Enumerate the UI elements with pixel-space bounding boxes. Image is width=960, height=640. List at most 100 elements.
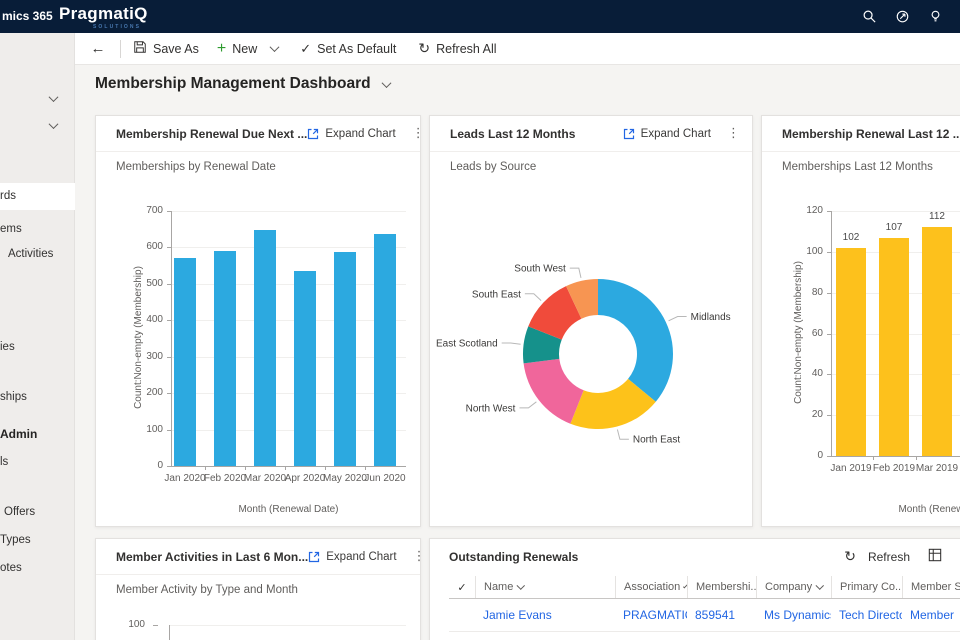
expand-chart-button[interactable]: Expand Chart	[307, 128, 396, 140]
view-grid-icon[interactable]	[928, 548, 942, 565]
select-all-check-icon[interactable]: ✓	[449, 576, 475, 598]
x-tick-label: May 2020	[323, 473, 367, 484]
x-axis	[171, 466, 406, 467]
sidebar-item-offers[interactable]: Offers	[4, 499, 35, 526]
gridline	[171, 211, 406, 212]
label-leader-line	[501, 342, 521, 345]
card-membership-renewal-due: Membership Renewal Due Next ... Expand C…	[95, 115, 425, 527]
column-header-membershi-[interactable]: Membershi...	[687, 576, 756, 598]
sidebar-item-admin[interactable]: Admin	[0, 421, 37, 448]
column-header-member-st-[interactable]: Member St...	[902, 576, 960, 598]
divider	[449, 631, 960, 632]
table-cell: PRAGMATIQ	[615, 608, 687, 622]
y-tick	[827, 333, 831, 335]
record-link[interactable]: Ms Dynamics	[764, 608, 831, 622]
x-tick	[915, 456, 917, 460]
y-tick	[167, 211, 171, 212]
chevron-down-icon	[269, 42, 280, 53]
y-tick	[167, 283, 171, 285]
chart-subtitle: Leads by Source	[450, 161, 537, 173]
dashboard-selector-chevron-icon[interactable]	[381, 77, 392, 88]
y-tick	[827, 415, 831, 417]
more-options-icon[interactable]: ⋮	[413, 549, 426, 564]
sidebar-item-activities[interactable]: Activities	[8, 241, 53, 268]
record-link[interactable]: 859541	[695, 608, 735, 622]
y-axis-title: Count:Non-empty (Membership)	[132, 265, 144, 409]
chevron-down-icon[interactable]	[48, 92, 59, 103]
y-tick	[827, 456, 831, 457]
sidebar-item-ems[interactable]: ems	[0, 216, 22, 243]
donut-segment-south-west	[566, 279, 598, 319]
column-header-company[interactable]: Company	[756, 576, 831, 598]
refresh-button[interactable]: Refresh	[868, 550, 910, 564]
sidebar-item-rds[interactable]: rds	[0, 183, 16, 210]
card-outstanding-renewals: Outstanding Renewals ↻ Refresh ✓ Name Asso…	[429, 538, 960, 640]
gridline	[171, 356, 406, 358]
sidebar-item-types[interactable]: Types	[0, 527, 31, 554]
table-cell: Member	[902, 608, 960, 622]
save-as-button[interactable]: Save As	[133, 40, 199, 57]
column-header-label: Member St...	[911, 581, 960, 593]
sidebar-item-otes[interactable]: otes	[0, 555, 22, 582]
column-header-label: Company	[765, 581, 813, 593]
column-header-primary-co-[interactable]: Primary Co...	[831, 576, 902, 598]
gridline	[831, 292, 960, 294]
y-tick-label: 0	[157, 460, 163, 471]
quick-create-icon[interactable]	[894, 9, 910, 25]
record-link[interactable]: Tech Director	[839, 608, 902, 622]
top-navbar: mics 365 PragmatiQ SOLUTIONS	[0, 0, 960, 33]
expand-chart-button[interactable]: Expand Chart	[623, 128, 711, 140]
more-options-icon[interactable]: ⋮	[727, 126, 740, 141]
new-button[interactable]: + New	[217, 40, 280, 57]
gridline	[831, 415, 960, 417]
y-axis	[169, 625, 170, 640]
table-row[interactable]: Jamie Evans PRAGMATIQ 859541 Ms Dynamics Tec…	[449, 598, 960, 631]
lightbulb-icon[interactable]	[927, 9, 943, 25]
expand-chart-icon	[308, 128, 319, 139]
expand-chart-button[interactable]: Expand Chart	[308, 551, 397, 563]
table-header: ✓ Name Association Membershi... Company Prima…	[449, 576, 960, 598]
gridline	[171, 393, 406, 395]
command-bar: ← Save As + New ✓ Set As Default ↻ Refre…	[75, 33, 960, 65]
bar-may-2020	[334, 251, 356, 466]
record-link[interactable]: PRAGMATIQ	[623, 608, 687, 622]
y-tick-label: 40	[811, 368, 823, 380]
y-axis	[831, 211, 832, 456]
gridline	[171, 283, 406, 285]
back-button[interactable]: ←	[88, 40, 108, 57]
gridline	[171, 429, 406, 431]
more-options-icon[interactable]: ⋮	[412, 126, 425, 141]
y-axis	[171, 211, 172, 466]
record-link[interactable]: Jamie Evans	[483, 608, 552, 622]
sidebar-item-ies[interactable]: ies	[0, 334, 15, 361]
product-name: mics 365	[2, 9, 53, 23]
card-leads: Leads Last 12 Months Expand Chart ⋮ Lead…	[429, 115, 753, 527]
refresh-icon[interactable]: ↻	[844, 550, 856, 564]
y-tick-label: 600	[146, 241, 163, 253]
y-tick-label: 100	[146, 423, 163, 435]
bar-value-label: 107	[885, 221, 903, 233]
x-tick-label: Mar 2020	[243, 473, 287, 484]
label-leader-line	[668, 316, 687, 322]
x-tick-label: Apr 2020	[284, 473, 326, 484]
bar-jan-2019	[836, 247, 866, 456]
sidebar-item-ships[interactable]: ships	[0, 384, 27, 411]
record-link[interactable]: Member	[910, 608, 954, 622]
y-tick	[167, 247, 171, 249]
chart-subtitle: Memberships Last 12 Months	[782, 161, 933, 173]
refresh-all-button[interactable]: ↻ Refresh All	[418, 42, 496, 56]
donut-chart: Midlands North East North West East Scotlan…	[436, 264, 731, 446]
chevron-down-icon	[517, 581, 525, 590]
x-tick-label: Jan 2019	[830, 463, 872, 474]
chevron-down-icon[interactable]	[48, 119, 59, 130]
donut-label: South West	[514, 264, 566, 275]
set-as-default-button[interactable]: ✓ Set As Default	[300, 41, 396, 57]
bar-feb-2020	[214, 251, 236, 466]
card-membership-renewal-last: Membership Renewal Last 12 ... Membershi…	[761, 115, 960, 527]
column-header-association[interactable]: Association	[615, 576, 687, 598]
column-header-name[interactable]: Name	[475, 576, 615, 598]
column-header-label: Primary Co...	[840, 581, 902, 593]
y-tick-label: 400	[146, 314, 163, 326]
search-icon[interactable]	[861, 9, 877, 25]
sidebar-item-ls[interactable]: ls	[0, 449, 8, 476]
